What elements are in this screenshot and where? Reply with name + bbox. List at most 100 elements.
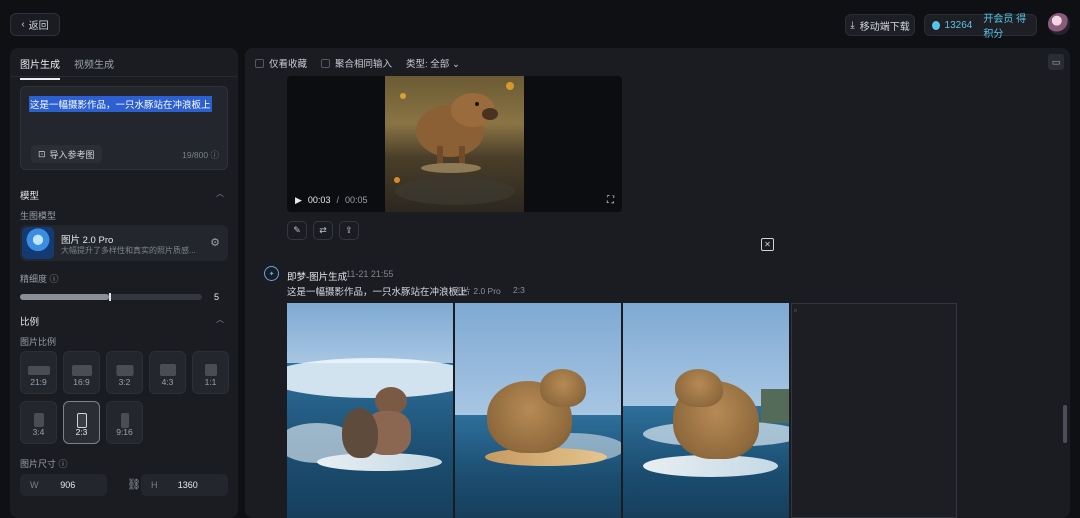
generation-ratio: 2:3 — [513, 285, 525, 295]
repeat-icon: ⇄ — [319, 225, 327, 235]
ratio-sub-label: 图片比例 — [20, 337, 57, 347]
pencil-icon: ✎ — [293, 225, 301, 235]
upload-icon: ⇪ — [345, 225, 353, 235]
video-time-separator: / — [336, 195, 339, 205]
avatar[interactable] — [1048, 13, 1070, 35]
ratio-shape-icon — [116, 364, 133, 376]
ratio-option-4-3[interactable]: 4:3 — [149, 351, 186, 394]
ratio-shape-icon — [120, 412, 129, 428]
model-thumbnail — [22, 227, 54, 259]
ratio-option-2-3[interactable]: 2:3 — [63, 401, 100, 444]
checkbox-icon[interactable] — [255, 59, 264, 68]
result-image-3[interactable] — [623, 303, 789, 518]
sliders-icon[interactable]: ⚙ — [210, 236, 220, 249]
favorites-filter[interactable]: 仅看收藏 — [255, 56, 307, 70]
height-value[interactable]: 1360 — [158, 480, 219, 490]
ratio-option-16-9[interactable]: 16:9 — [63, 351, 100, 394]
model-section-title: 模型 — [20, 191, 40, 202]
edit-button[interactable]: ✎ — [287, 221, 307, 240]
ratio-option-9-16[interactable]: 9:16 — [106, 401, 143, 444]
generation-title: 即梦-图片生成 — [287, 272, 348, 283]
width-key: W — [30, 480, 39, 490]
model-description: 大幅提升了多样性和真实的照片质感... — [61, 246, 196, 255]
back-label: 返回 — [28, 21, 49, 32]
model-name: 图片 2.0 Pro — [61, 235, 114, 246]
points-pill[interactable]: 13264 开会员 得积分 — [924, 14, 1037, 40]
import-reference-label: 导入参考图 — [49, 149, 95, 160]
ratio-section-title: 比例 — [20, 317, 40, 328]
chevron-down-icon: ⌄ — [451, 59, 460, 70]
ratio-shape-icon — [76, 412, 87, 428]
broken-image-icon: ▫ — [794, 306, 797, 315]
top-bar: ‹ 返回 ⤓ 移动端下载 13264 开会员 得积分 — [0, 0, 1080, 48]
ratio-shape-icon — [33, 413, 44, 427]
ratio-option-label: 21:9 — [30, 377, 47, 387]
video-controls: ▶ 00:03 / 00:05 — [287, 188, 622, 212]
ratio-option-3-2[interactable]: 3:2 — [106, 351, 143, 394]
mobile-download-label: 移动端下载 — [859, 21, 910, 33]
generation-prompt: 这是一幅摄影作品，一只水豚站在冲浪板上 — [287, 287, 468, 298]
back-button[interactable]: ‹ 返回 — [10, 13, 60, 36]
link-icon[interactable]: ⛓ — [127, 478, 141, 491]
chevron-left-icon: ‹ — [21, 19, 25, 30]
char-count: 19/800 ⓘ — [182, 150, 219, 160]
result-image-2[interactable] — [455, 303, 621, 518]
prompt-input[interactable]: 这是一幅摄影作品，一只水豚站在冲浪板上 ⊡ 导入参考图 19/800 ⓘ — [20, 86, 228, 170]
precision-slider[interactable] — [20, 293, 202, 301]
result-image-1[interactable] — [287, 303, 453, 518]
generation-time: 11-21 21:55 — [346, 269, 394, 279]
points-count: 13264 — [944, 19, 973, 31]
ratio-option-label: 2:3 — [75, 427, 88, 437]
ratio-option-1-1[interactable]: 1:1 — [192, 351, 229, 394]
image-upload-icon: ⊡ — [38, 148, 46, 159]
precision-slider-handle[interactable] — [109, 293, 112, 301]
left-panel: 图片生成 视频生成 这是一幅摄影作品，一只水豚站在冲浪板上 ⊡ 导入参考图 19… — [10, 48, 238, 518]
checkbox-icon[interactable] — [321, 59, 331, 68]
chevron-up-icon[interactable]: ︿ — [216, 314, 224, 325]
dreamina-logo-icon: ✦ — [264, 266, 279, 281]
ratio-option-label: 4:3 — [161, 377, 174, 387]
precision-value: 5 — [214, 292, 220, 302]
ratio-option-21-9[interactable]: 21:9 — [20, 351, 57, 394]
points-icon — [932, 20, 940, 30]
type-filter[interactable]: 类型: 全部 ⌄ — [406, 56, 460, 70]
import-reference-button[interactable]: ⊡ 导入参考图 — [31, 145, 102, 163]
height-field[interactable]: H 1360 — [141, 474, 228, 496]
model-selector[interactable]: 图片 2.0 Pro 大幅提升了多样性和真实的照片质感... ⚙ — [20, 225, 228, 261]
video-current-time: 00:03 — [307, 195, 331, 205]
share-button[interactable]: ⇪ — [339, 221, 359, 240]
ratio-shape-icon — [204, 364, 217, 376]
width-value[interactable]: 906 — [39, 480, 98, 490]
filter-bar: 仅看收藏 聚合相同输入 类型: 全部 ⌄ — [255, 56, 460, 70]
info-icon: ⓘ — [49, 274, 59, 284]
result-image-4-placeholder[interactable]: ▫ — [791, 303, 957, 518]
broken-image-icon: ✕ — [761, 238, 774, 251]
generation-model: 图片 2.0 Pro — [454, 286, 501, 296]
tab-divider — [10, 76, 238, 77]
ratio-option-label: 3:2 — [118, 377, 131, 387]
prompt-text[interactable]: 这是一幅摄影作品，一只水豚站在冲浪板上 — [29, 96, 212, 112]
ratio-option-label: 16:9 — [73, 377, 90, 387]
mobile-download-button[interactable]: ⤓ 移动端下载 — [845, 14, 915, 36]
aggregate-filter[interactable]: 聚合相同输入 — [321, 56, 392, 70]
download-icon: ⤓ — [850, 19, 855, 31]
regenerate-button[interactable]: ⇄ — [313, 221, 333, 240]
chevron-up-icon[interactable]: ︿ — [216, 188, 224, 199]
ratio-shape-icon — [159, 364, 176, 376]
fullscreen-icon[interactable]: ⛶ — [607, 195, 614, 206]
video-duration: 00:05 — [344, 195, 368, 205]
width-field[interactable]: W 906 — [20, 474, 107, 496]
info-icon: ⓘ — [58, 459, 68, 469]
vip-link[interactable]: 开会员 得积分 — [983, 10, 1036, 40]
video-player[interactable]: ▶ 00:03 / 00:05 ⛶ — [287, 76, 622, 212]
folder-icon[interactable]: ▭ — [1048, 54, 1064, 70]
scrollbar[interactable] — [1063, 405, 1067, 443]
ratio-option-3-4[interactable]: 3:4 — [20, 401, 57, 444]
play-icon[interactable]: ▶ — [295, 195, 302, 206]
ratio-shape-icon — [71, 364, 92, 376]
image-size-label: 图片尺寸 ⓘ — [20, 459, 68, 469]
precision-label: 精细度 ⓘ — [20, 274, 59, 284]
precision-slider-fill — [20, 294, 110, 300]
info-icon: ⓘ — [210, 150, 219, 160]
model-sub-label: 生图模型 — [20, 211, 57, 221]
